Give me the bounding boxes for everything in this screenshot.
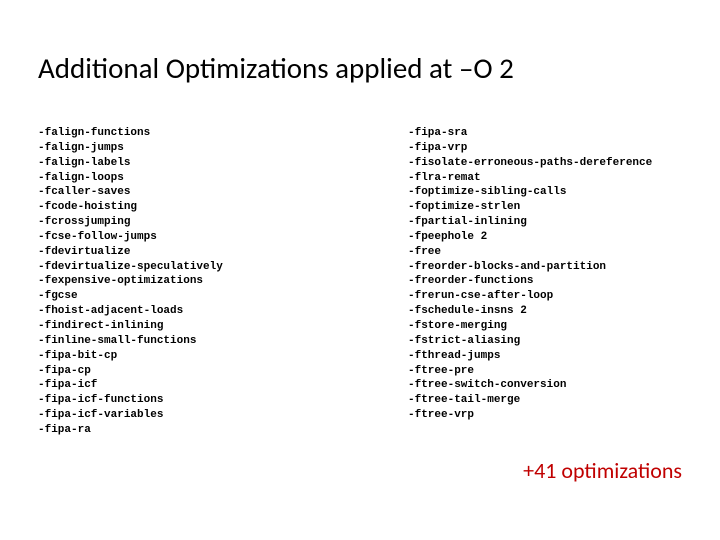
compiler-flag: -ftree-tail-merge (408, 393, 652, 408)
compiler-flag: -fdevirtualize (38, 245, 408, 260)
compiler-flag: -falign-functions (38, 126, 408, 141)
compiler-flag: -free (408, 245, 652, 260)
compiler-flag: -finline-small-functions (38, 334, 408, 349)
compiler-flag: -fstrict-aliasing (408, 334, 652, 349)
compiler-flag: -fexpensive-optimizations (38, 274, 408, 289)
compiler-flag: -fipa-icf-variables (38, 408, 408, 423)
compiler-flag: -fgcse (38, 289, 408, 304)
compiler-flag: -falign-jumps (38, 141, 408, 156)
compiler-flag: -flra-remat (408, 171, 652, 186)
compiler-flag: -frerun-cse-after-loop (408, 289, 652, 304)
compiler-flag: -falign-loops (38, 171, 408, 186)
flags-column-right: -fipa-sra-fipa-vrp-fisolate-erroneous-pa… (408, 126, 652, 438)
compiler-flag: -fhoist-adjacent-loads (38, 304, 408, 319)
flags-columns: -falign-functions-falign-jumps-falign-la… (38, 126, 682, 438)
compiler-flag: -falign-labels (38, 156, 408, 171)
flags-column-left: -falign-functions-falign-jumps-falign-la… (38, 126, 408, 438)
compiler-flag: -fipa-vrp (408, 141, 652, 156)
compiler-flag: -fstore-merging (408, 319, 652, 334)
compiler-flag: -fcrossjumping (38, 215, 408, 230)
compiler-flag: -fcaller-saves (38, 185, 408, 200)
summary-count: +41 optimizations (523, 457, 682, 484)
compiler-flag: -fipa-bit-cp (38, 349, 408, 364)
compiler-flag: -ftree-vrp (408, 408, 652, 423)
compiler-flag: -fipa-icf-functions (38, 393, 408, 408)
compiler-flag: -ftree-pre (408, 364, 652, 379)
compiler-flag: -fschedule-insns 2 (408, 304, 652, 319)
compiler-flag: -fpeephole 2 (408, 230, 652, 245)
compiler-flag: -findirect-inlining (38, 319, 408, 334)
compiler-flag: -fipa-cp (38, 364, 408, 379)
compiler-flag: -fdevirtualize-speculatively (38, 260, 408, 275)
compiler-flag: -freorder-functions (408, 274, 652, 289)
compiler-flag: -freorder-blocks-and-partition (408, 260, 652, 275)
compiler-flag: -ftree-switch-conversion (408, 378, 652, 393)
compiler-flag: -fcode-hoisting (38, 200, 408, 215)
compiler-flag: -fisolate-erroneous-paths-dereference (408, 156, 652, 171)
compiler-flag: -foptimize-strlen (408, 200, 652, 215)
compiler-flag: -fipa-ra (38, 423, 408, 438)
compiler-flag: -foptimize-sibling-calls (408, 185, 652, 200)
compiler-flag: -fipa-sra (408, 126, 652, 141)
compiler-flag: -fthread-jumps (408, 349, 652, 364)
compiler-flag: -fpartial-inlining (408, 215, 652, 230)
page-title: Additional Optimizations applied at –O 2 (38, 50, 682, 86)
compiler-flag: -fcse-follow-jumps (38, 230, 408, 245)
compiler-flag: -fipa-icf (38, 378, 408, 393)
